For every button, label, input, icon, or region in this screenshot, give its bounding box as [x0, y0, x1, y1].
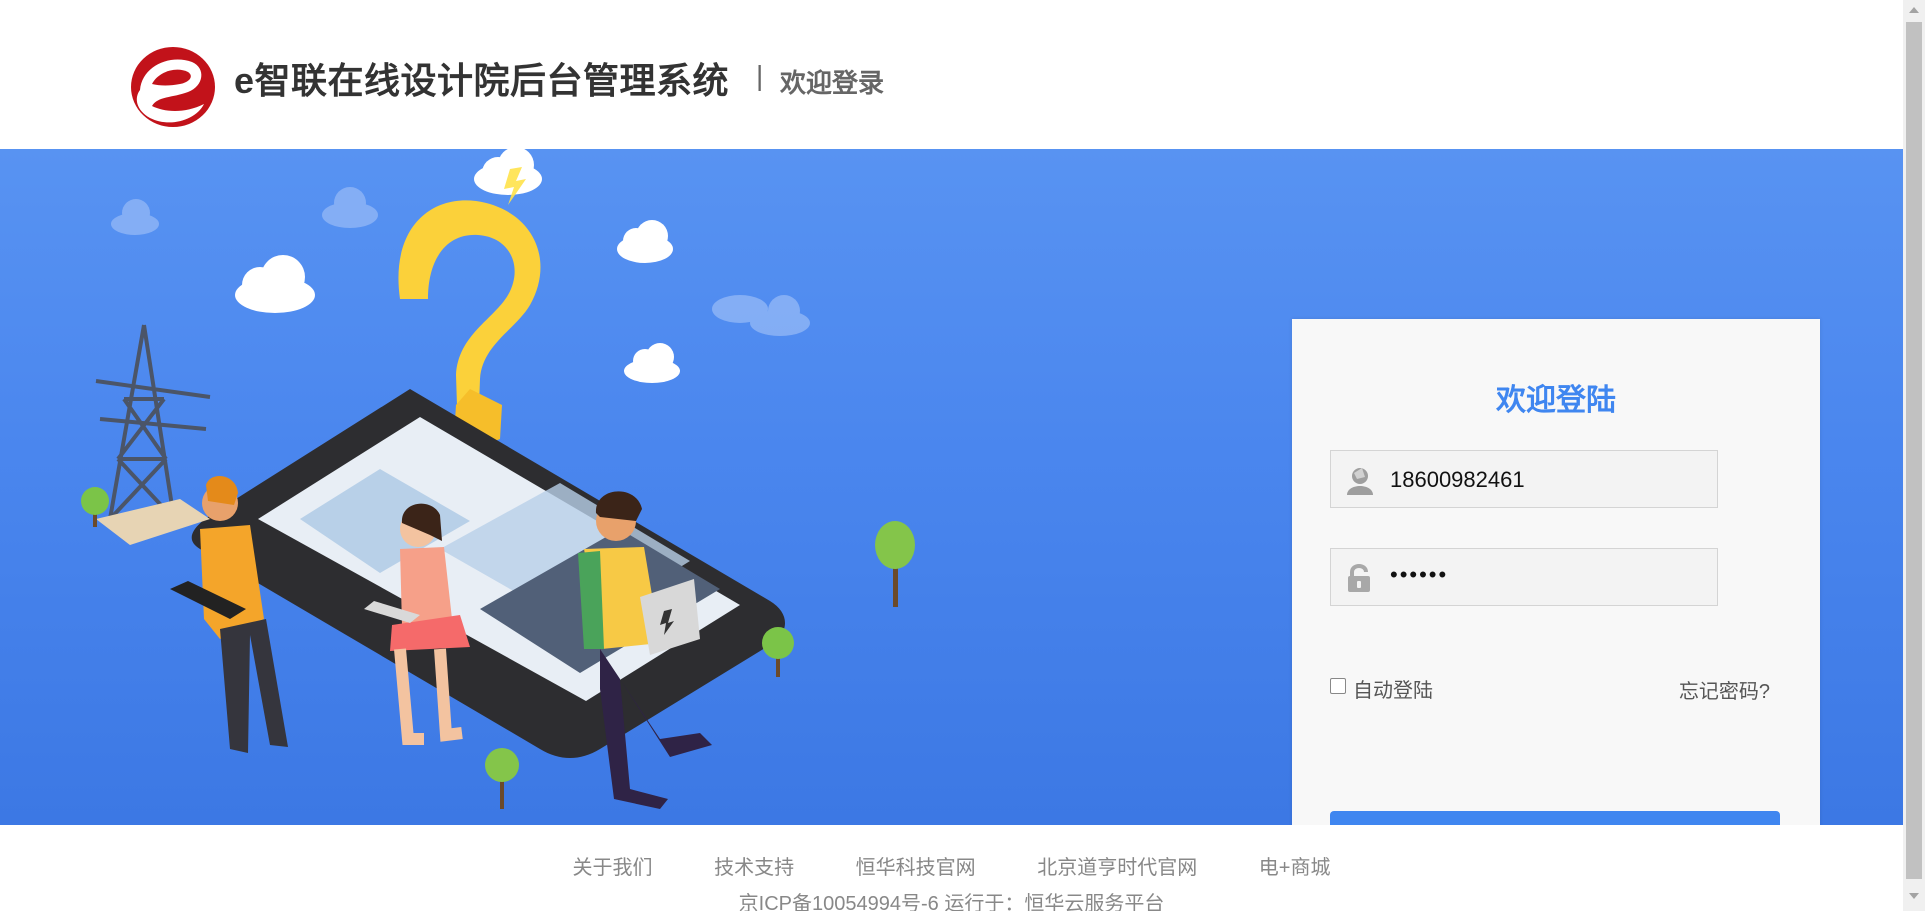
footer-link-mall[interactable]: 电+商城 [1259, 851, 1331, 880]
power-tower-illustration [95, 324, 211, 521]
header: e智联在线设计院后台管理系统 | 欢迎登录 [0, 0, 1903, 149]
password-value: •••••• [1390, 562, 1449, 587]
banner: 欢迎登陆 18600982461 •••••• 自动登陆 忘记密码? [0, 149, 1903, 825]
title-separator: | [756, 60, 764, 91]
username-field[interactable]: 18600982461 [1330, 450, 1718, 508]
icp-info: 京ICP备10054994号-6 运行于：恒华云服务平台 [738, 893, 1165, 911]
auto-login-checkbox[interactable] [1330, 677, 1346, 694]
login-button[interactable]: 登录 [1330, 811, 1780, 825]
footer-link-support[interactable]: 技术支持 [714, 851, 794, 880]
auto-login-option[interactable]: 自动登陆 [1330, 674, 1433, 703]
footer: 关于我们 技术支持 恒华科技官网 北京道亨时代官网 电+商城 京ICP备1005… [0, 825, 1903, 911]
e-logo-icon [131, 47, 215, 127]
lock-icon [1348, 564, 1370, 592]
scrollbar-thumb[interactable] [1906, 22, 1922, 879]
footer-link-daoheng[interactable]: 北京道亨时代官网 [1037, 851, 1197, 880]
login-illustration [81, 149, 915, 809]
system-title: e智联在线设计院后台管理系统 [234, 60, 730, 101]
scroll-up-arrow-icon[interactable] [1909, 7, 1919, 13]
login-title: 欢迎登陆 [1496, 384, 1616, 417]
footer-link-about[interactable]: 关于我们 [573, 851, 653, 880]
phone-illustration [191, 389, 786, 758]
page: e智联在线设计院后台管理系统 | 欢迎登录 欢迎登陆 18600982461 •… [0, 0, 1903, 911]
password-field[interactable]: •••••• [1330, 548, 1718, 606]
forgot-password-link[interactable]: 忘记密码? [1679, 675, 1770, 704]
username-value: 18600982461 [1390, 467, 1525, 492]
cloud-icon [235, 149, 680, 383]
auto-login-label: 自动登陆 [1353, 680, 1433, 702]
login-panel: 欢迎登陆 18600982461 •••••• 自动登陆 忘记密码? [1292, 319, 1820, 825]
footer-links: 关于我们 技术支持 恒华科技官网 北京道亨时代官网 电+商城 [0, 851, 1903, 880]
vertical-scrollbar[interactable] [1903, 0, 1925, 911]
footer-link-henghua[interactable]: 恒华科技官网 [856, 851, 976, 880]
user-icon [1347, 468, 1373, 495]
welcome-label: 欢迎登录 [780, 68, 885, 98]
scroll-down-arrow-icon[interactable] [1909, 893, 1919, 899]
